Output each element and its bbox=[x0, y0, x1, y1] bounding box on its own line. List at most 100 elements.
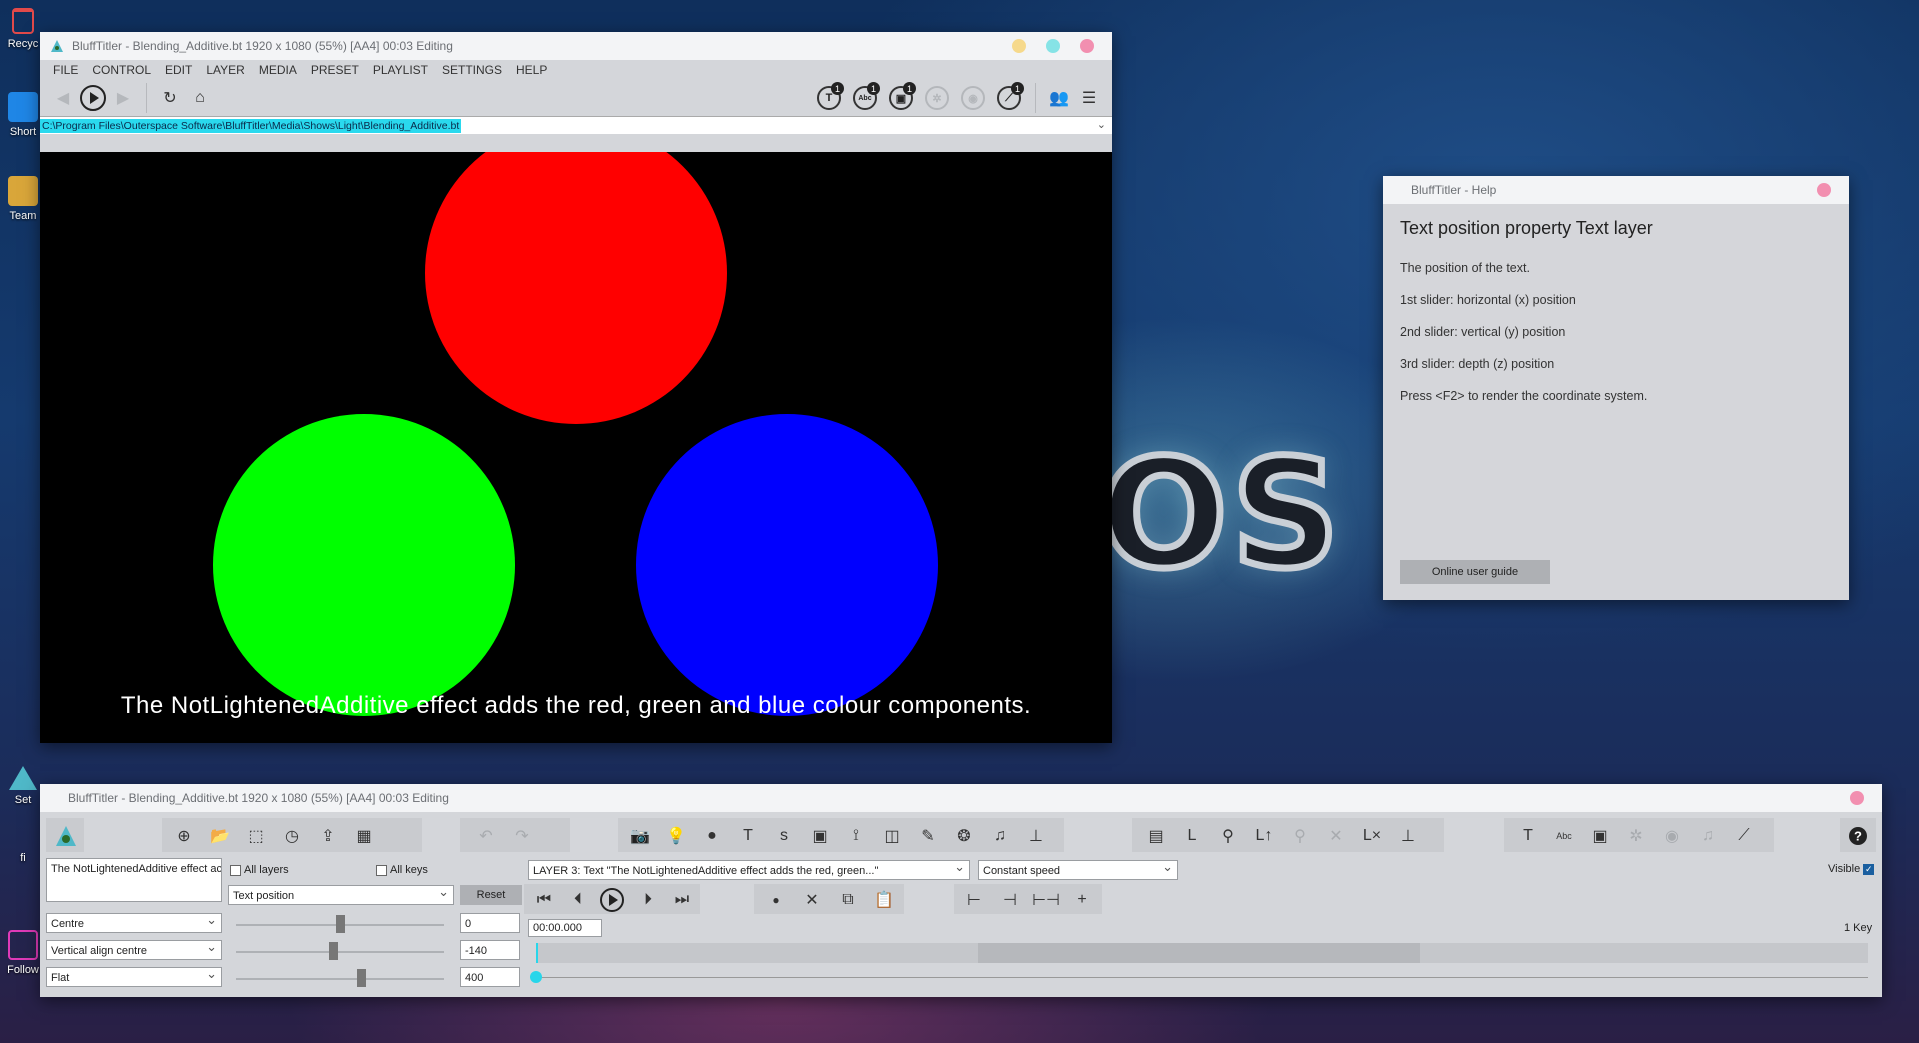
brush-icon[interactable]: ✎ bbox=[914, 822, 942, 850]
slider-thumb[interactable] bbox=[329, 942, 338, 960]
scrub-bar[interactable] bbox=[536, 977, 1868, 978]
music-icon[interactable]: ♫ bbox=[986, 822, 1014, 850]
delete-key-icon[interactable]: ✕ bbox=[1322, 822, 1350, 850]
flatten-icon[interactable]: ⊥ bbox=[1394, 822, 1422, 850]
property-select[interactable]: Text position bbox=[228, 884, 454, 905]
text-layer-badge[interactable]: T 1 bbox=[811, 80, 847, 116]
maximize-button[interactable] bbox=[1046, 39, 1060, 53]
z-value-input[interactable]: 400 bbox=[460, 967, 520, 987]
redo-icon[interactable]: ↷ bbox=[508, 822, 536, 850]
chevron-down-icon[interactable]: ⌄ bbox=[1097, 118, 1106, 131]
time-input[interactable]: 00:00.000 bbox=[528, 919, 602, 937]
last-key-icon[interactable]: ⊣ bbox=[996, 886, 1024, 914]
shape-icon[interactable]: ● bbox=[698, 822, 726, 850]
minimize-button[interactable] bbox=[1012, 39, 1026, 53]
next-frame-icon[interactable]: ⏵ bbox=[634, 886, 662, 914]
desktop-icon-recycle-bin[interactable]: Recyc bbox=[4, 8, 42, 50]
play-button[interactable] bbox=[598, 886, 626, 914]
delete-key-icon[interactable]: ✕ bbox=[798, 886, 826, 914]
skip-to-end-icon[interactable]: ⏭ bbox=[668, 886, 696, 914]
preview-stage[interactable]: The NotLightenedAdditive effect adds the… bbox=[40, 152, 1112, 743]
forward-icon[interactable]: ▶ bbox=[108, 83, 138, 113]
save-icon[interactable]: ⇪ bbox=[314, 822, 342, 850]
media-badge[interactable]: ◉ bbox=[955, 80, 991, 116]
menu-control[interactable]: CONTROL bbox=[85, 63, 158, 77]
remove-layer-icon[interactable]: L× bbox=[1358, 822, 1386, 850]
open-show-icon[interactable]: 📂 bbox=[206, 822, 234, 850]
visible-checkbox[interactable]: Visible ✓ bbox=[1828, 863, 1875, 875]
tool-badge[interactable]: ⟋ 1 bbox=[991, 80, 1027, 116]
particle-badge[interactable]: ✲ bbox=[919, 80, 955, 116]
desktop-icon-shortcut[interactable]: Short bbox=[4, 92, 42, 138]
x-position-slider[interactable] bbox=[236, 915, 444, 933]
back-icon[interactable]: ◀ bbox=[48, 83, 78, 113]
vertical-align-select[interactable]: Vertical align centre bbox=[46, 939, 222, 960]
z-position-slider[interactable] bbox=[236, 969, 444, 987]
image-size-icon[interactable]: ▣ bbox=[1586, 822, 1614, 850]
layer-text-input[interactable]: The NotLightenedAdditive effect ac bbox=[46, 858, 222, 902]
abc-size-icon[interactable]: Abc bbox=[1550, 822, 1578, 850]
help-icon[interactable]: ? bbox=[1844, 822, 1872, 850]
path-combobox[interactable]: C:\Program Files\Outerspace Software\Blu… bbox=[40, 116, 1112, 134]
checkbox-checked-icon[interactable]: ✓ bbox=[1863, 863, 1875, 875]
spread-keys-icon[interactable]: ⊢⊣ bbox=[1032, 886, 1060, 914]
y-position-slider[interactable] bbox=[236, 942, 444, 960]
text-icon[interactable]: T bbox=[734, 822, 762, 850]
paste-key-icon[interactable]: 📋 bbox=[870, 886, 898, 914]
abc-layer-badge[interactable]: Abc 1 bbox=[847, 80, 883, 116]
slider-thumb[interactable] bbox=[357, 969, 366, 987]
link-icon[interactable]: ⚲ bbox=[1214, 822, 1242, 850]
depth-mode-select[interactable]: Flat bbox=[46, 966, 222, 987]
checkbox-box[interactable] bbox=[376, 864, 387, 876]
speed-select[interactable]: Constant speed bbox=[978, 859, 1178, 880]
search-key-icon[interactable]: ⚲ bbox=[1286, 822, 1314, 850]
add-key-icon[interactable]: L↑ bbox=[1250, 822, 1278, 850]
online-user-guide-button[interactable]: Online user guide bbox=[1400, 560, 1550, 584]
help-titlebar[interactable]: BluffTitler - Help bbox=[1383, 176, 1849, 204]
scrub-handle[interactable] bbox=[530, 971, 542, 983]
menu-edit[interactable]: EDIT bbox=[158, 63, 199, 77]
home-icon[interactable]: ⌂ bbox=[185, 83, 215, 113]
play-button[interactable] bbox=[78, 83, 108, 113]
close-button[interactable] bbox=[1817, 183, 1831, 197]
hamburger-menu-icon[interactable]: ☰ bbox=[1074, 83, 1104, 113]
sublayer-icon[interactable]: L bbox=[1178, 822, 1206, 850]
audio-icon[interactable]: ⊥ bbox=[1022, 822, 1050, 850]
x-value-input[interactable]: 0 bbox=[460, 913, 520, 933]
timeline-playhead[interactable] bbox=[536, 943, 538, 963]
all-layers-checkbox[interactable]: All layers bbox=[230, 864, 289, 876]
shape-size-icon[interactable]: ◉ bbox=[1658, 822, 1686, 850]
cube-icon[interactable]: ◫ bbox=[878, 822, 906, 850]
menu-preset[interactable]: PRESET bbox=[304, 63, 366, 77]
particles-size-icon[interactable]: ✲ bbox=[1622, 822, 1650, 850]
main-titlebar[interactable]: BluffTitler - Blending_Additive.bt 1920 … bbox=[40, 32, 1112, 60]
small-text-icon[interactable]: s bbox=[770, 822, 798, 850]
record-key-icon[interactable]: ● bbox=[762, 886, 790, 914]
menu-media[interactable]: MEDIA bbox=[252, 63, 304, 77]
menu-layer[interactable]: LAYER bbox=[199, 63, 251, 77]
layer-select[interactable]: LAYER 3: Text "The NotLightenedAdditive … bbox=[528, 859, 970, 880]
center-key-icon[interactable]: + bbox=[1068, 886, 1096, 914]
menu-file[interactable]: FILE bbox=[46, 63, 85, 77]
previous-frame-icon[interactable]: ⏴ bbox=[564, 886, 592, 914]
wand-icon[interactable]: ⟋ bbox=[1730, 822, 1758, 850]
music-size-icon[interactable]: ♫ bbox=[1694, 822, 1722, 850]
path-icon[interactable]: ⟟ bbox=[842, 822, 870, 850]
layer-icon[interactable]: ▤ bbox=[1142, 822, 1170, 850]
desktop-icon-follow[interactable]: Follow bbox=[4, 930, 42, 976]
close-button[interactable] bbox=[1850, 791, 1864, 805]
close-button[interactable] bbox=[1080, 39, 1094, 53]
desktop-icon-team[interactable]: Team bbox=[4, 176, 42, 222]
camera-icon[interactable]: 📷 bbox=[626, 822, 654, 850]
particles-icon[interactable]: ❂ bbox=[950, 822, 978, 850]
picture-icon[interactable]: ▣ bbox=[806, 822, 834, 850]
clock-icon[interactable]: ◷ bbox=[278, 822, 306, 850]
reset-button[interactable]: Reset bbox=[460, 885, 522, 905]
new-show-icon[interactable]: ⊕ bbox=[170, 822, 198, 850]
desktop-icon-setup[interactable]: Set bbox=[4, 766, 42, 806]
checkbox-box[interactable] bbox=[230, 864, 241, 876]
menu-playlist[interactable]: PLAYLIST bbox=[366, 63, 435, 77]
picture-layer-badge[interactable]: ▣ 1 bbox=[883, 80, 919, 116]
timeline-selection[interactable] bbox=[978, 943, 1420, 963]
users-icon[interactable]: 👥 bbox=[1044, 83, 1074, 113]
